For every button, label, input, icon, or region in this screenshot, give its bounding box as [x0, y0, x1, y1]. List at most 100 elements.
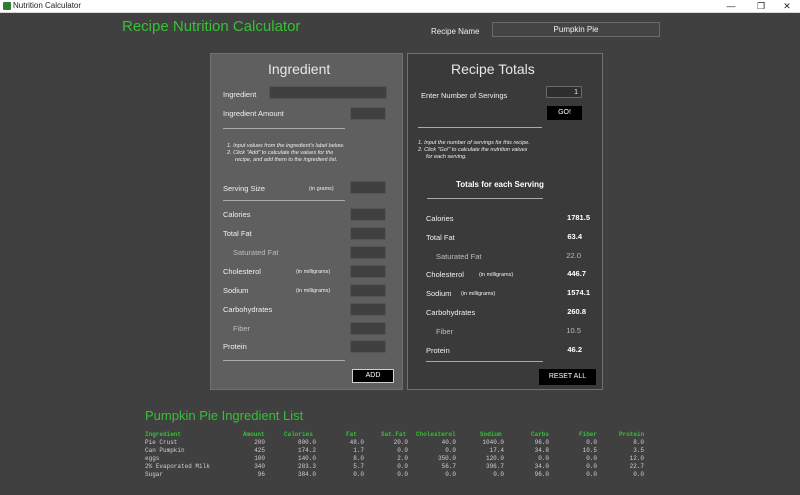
total-cholesterol-value: 446.7 — [567, 269, 586, 278]
cholesterol-input[interactable] — [350, 265, 386, 278]
saturated-fat-label: Saturated Fat — [233, 248, 279, 257]
table-cell: 1.7 — [353, 447, 364, 454]
calories-input[interactable] — [350, 208, 386, 221]
note-line: 2. Click "Add" to calculate the values f… — [227, 150, 334, 156]
table-cell: 96.0 — [534, 471, 549, 478]
carbohydrates-input[interactable] — [350, 303, 386, 316]
serving-size-label: Serving Size — [223, 184, 266, 193]
ingredient-list-title: Pumpkin Pie Ingredient List — [145, 408, 304, 423]
total-protein-label: Protein — [426, 346, 450, 355]
table-cell: 120.0 — [485, 455, 504, 462]
total-fat-label: Total Fat — [223, 229, 252, 238]
note-line: 1. Input the number of servings for this… — [418, 140, 530, 146]
total-sodium-value: 1574.1 — [567, 288, 590, 297]
total-cholesterol-label: Cholesterol — [426, 270, 464, 279]
table-cell: 340 — [254, 463, 265, 470]
table-cell: 34.0 — [534, 463, 549, 470]
table-cell: 0.0 — [445, 447, 456, 454]
protein-label: Protein — [223, 342, 247, 351]
table-cell: 140.0 — [297, 455, 316, 462]
servings-input[interactable]: 1 — [546, 86, 582, 98]
go-button[interactable]: GO! — [547, 106, 582, 120]
add-button[interactable]: ADD — [352, 369, 394, 383]
table-cell: 10.5 — [582, 447, 597, 454]
table-cell: 0.0 — [586, 471, 597, 478]
total-fat-value: 63.4 — [567, 232, 582, 241]
table-cell: Pie Crust — [145, 439, 178, 446]
table-cell: 96.0 — [534, 439, 549, 446]
table-cell: 283.3 — [297, 463, 316, 470]
ingredient-panel-title: Ingredient — [268, 61, 331, 77]
column-header: Cholesterol — [416, 431, 456, 438]
note-line: recipe, and add them to the ingredient l… — [235, 157, 338, 163]
sodium-input[interactable] — [350, 284, 386, 297]
calories-label: Calories — [223, 210, 251, 219]
table-cell: 56.7 — [441, 463, 456, 470]
table-cell: 0.0 — [353, 471, 364, 478]
column-header: Amount — [243, 431, 265, 438]
table-cell: Can Pumpkin — [145, 447, 185, 454]
table-cell: 8.0 — [633, 439, 644, 446]
total-cholesterol-unit: (in milligrams) — [479, 272, 514, 278]
ingredient-instructions: 1. Input values from the ingredient's la… — [227, 143, 344, 164]
table-cell: 2.0 — [397, 455, 408, 462]
table-cell: 350.0 — [437, 455, 456, 462]
window-title: Nutrition Calculator — [13, 1, 82, 10]
divider — [427, 198, 543, 199]
table-cell: 0.0 — [397, 447, 408, 454]
column-header: Fiber — [579, 431, 598, 438]
total-saturated-fat-value: 22.0 — [566, 251, 581, 260]
sodium-label: Sodium — [223, 286, 249, 295]
table-cell: 96 — [257, 471, 265, 478]
column-header: Ingredient — [145, 431, 182, 438]
protein-input[interactable] — [350, 340, 386, 353]
total-saturated-fat-label: Saturated Fat — [436, 252, 482, 261]
total-fiber-value: 10.5 — [566, 326, 581, 335]
minimize-icon[interactable]: — — [718, 0, 744, 12]
app-title: Recipe Nutrition Calculator — [122, 18, 301, 35]
serving-size-input[interactable] — [350, 181, 386, 194]
table-cell: 22.7 — [629, 463, 644, 470]
table-cell: 0.0 — [445, 471, 456, 478]
fiber-input[interactable] — [350, 322, 386, 335]
table-cell: 0.0 — [633, 471, 644, 478]
per-serving-header: Totals for each Serving — [456, 180, 544, 189]
ingredient-amount-input[interactable] — [350, 107, 386, 120]
note-line: 2. Click "Go!" to calculate the nutritio… — [418, 147, 528, 153]
table-cell: 425 — [254, 447, 265, 454]
table-cell: 48.0 — [349, 439, 364, 446]
table-cell: 2% Evaporated Milk — [145, 463, 210, 470]
recipe-name-input[interactable]: Pumpkin Pie — [492, 22, 660, 37]
table-cell: 384.0 — [297, 471, 316, 478]
maximize-icon[interactable]: ❐ — [748, 0, 774, 12]
total-fiber-label: Fiber — [436, 327, 454, 336]
column-header: Sat.Fat — [381, 431, 407, 438]
divider — [223, 360, 345, 361]
table-cell: 34.8 — [534, 447, 549, 454]
table-cell: 1040.0 — [482, 439, 504, 446]
divider — [223, 200, 345, 201]
table-cell: 8.0 — [353, 455, 364, 462]
table-cell: 100 — [254, 455, 265, 462]
table-cell: 0.0 — [586, 463, 597, 470]
table-cell: Sugar — [145, 471, 164, 478]
column-header: Fat — [346, 431, 357, 438]
table-cell: 396.7 — [485, 463, 504, 470]
total-carbohydrates-label: Carbohydrates — [426, 308, 476, 317]
reset-all-button[interactable]: RESET ALL — [539, 369, 596, 385]
close-icon[interactable]: ✕ — [774, 0, 800, 12]
title-bar: Nutrition Calculator — ❐ ✕ — [0, 0, 800, 13]
total-carbohydrates-value: 260.8 — [567, 307, 586, 316]
total-fat-input[interactable] — [350, 227, 386, 240]
column-header: Calories — [284, 431, 313, 438]
table-cell: 0.0 — [493, 471, 504, 478]
total-sodium-unit: (in milligrams) — [461, 291, 496, 297]
table-cell: 800.0 — [297, 439, 316, 446]
divider — [418, 127, 542, 128]
ingredient-input[interactable] — [269, 86, 387, 99]
note-line: for each serving. — [426, 154, 467, 160]
note-line: 1. Input values from the ingredient's la… — [227, 143, 345, 149]
divider — [426, 361, 543, 362]
table-cell: 12.0 — [629, 455, 644, 462]
saturated-fat-input[interactable] — [350, 246, 386, 259]
